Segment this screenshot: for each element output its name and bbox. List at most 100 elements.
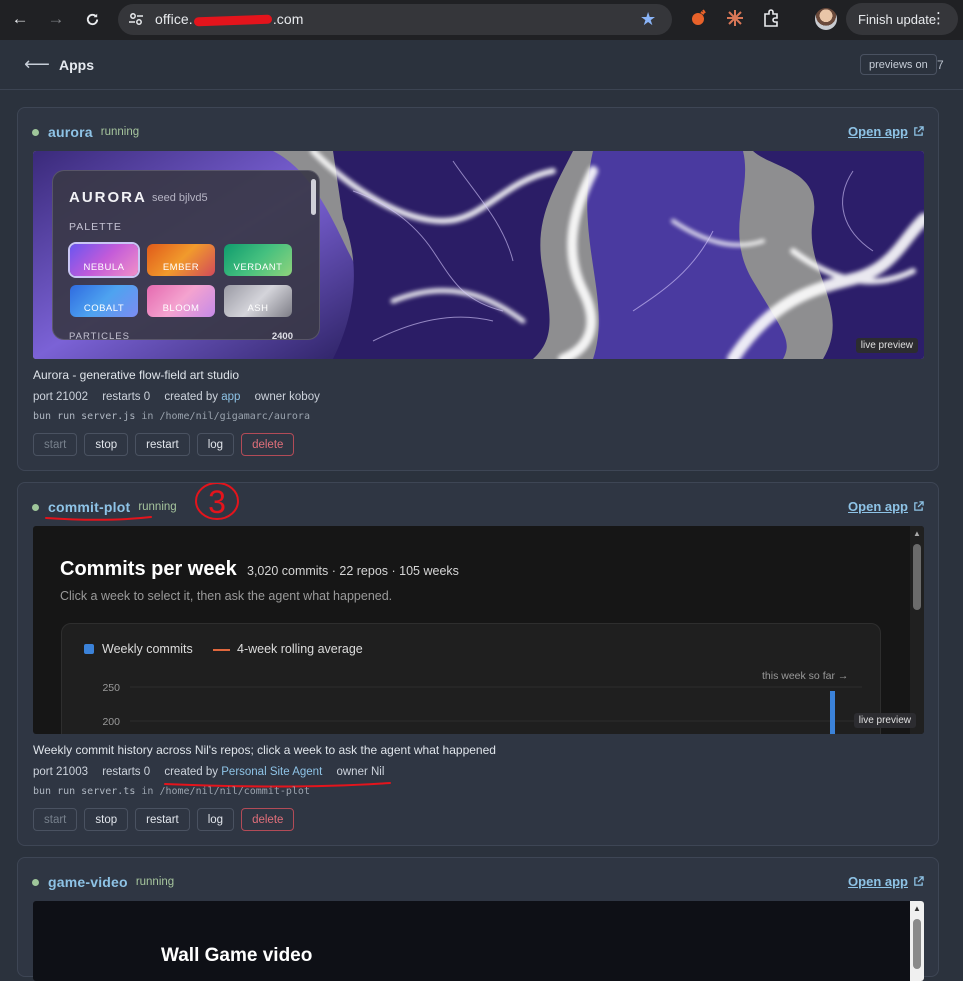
log-button[interactable]: log [196,808,235,831]
site-settings-icon[interactable] [128,11,144,27]
app-actions: start stop restart log delete [33,433,295,456]
run-command: bun run server.js in /home/nil/gigamarc/… [33,411,310,422]
apps-header: ⟵ Apps previews on 7 [0,40,963,90]
chart-annotation: this week so far → [762,670,849,682]
created-by: created by app [164,391,241,403]
preview-scrollbar[interactable]: ▲ [910,901,924,981]
palette-label: PALETTE [69,221,122,233]
back-icon[interactable]: ← [8,7,32,31]
status-dot-icon [32,128,39,136]
preview-scrollbar[interactable]: ▲ [910,526,924,734]
panel-scrollbar[interactable] [311,179,316,215]
creator-link[interactable]: app [221,391,240,403]
app-card-aurora: aurora running Open app AURORA seed bjlv… [17,107,939,471]
live-preview-commit-plot[interactable]: Commits per week 3,020 commits · 22 repo… [33,526,924,734]
y-tick-label: 200 [102,716,120,728]
delete-button[interactable]: delete [241,808,295,831]
run-command: bun run server.ts in /home/nil/nil/commi… [33,786,310,797]
external-link-icon [914,126,924,136]
external-link-icon [914,501,924,511]
app-meta: port 21003 restarts 0 created by Persona… [33,766,395,778]
arrow-left-icon[interactable]: ⟵ [24,54,50,75]
previews-toggle-button[interactable]: previews on [860,54,937,75]
swatch-cobalt[interactable]: COBALT [70,285,138,317]
particles-label: PARTICLES [69,331,130,340]
more-menu-icon[interactable]: ⋮ [931,9,946,27]
start-button[interactable]: start [33,808,78,831]
port-label: port 21003 [33,766,88,778]
address-bar[interactable]: office. .com ★ [118,4,672,35]
status-badge: running [100,126,140,138]
external-link-icon [914,876,924,886]
status-dot-icon [32,878,39,886]
commit-chart[interactable]: 250 200 [62,624,882,734]
open-app-link[interactable]: Open app [848,124,924,139]
swatch-ember[interactable]: EMBER [147,244,215,276]
forward-icon[interactable]: → [44,7,68,31]
restarts-label: restarts 0 [102,391,151,403]
restart-button[interactable]: restart [135,808,190,831]
finish-update-button[interactable]: Finish update ⋮ [846,3,958,35]
status-badge: running [135,876,175,888]
open-app-link[interactable]: Open app [848,874,924,889]
port-label: port 21002 [33,391,88,403]
swatch-bloom[interactable]: BLOOM [147,285,215,317]
status-dot-icon [32,503,39,511]
restart-button[interactable]: restart [135,433,190,456]
chart-help-text: Click a week to select it, then ask the … [60,589,393,603]
app-name[interactable]: aurora [48,124,93,140]
y-tick-label: 250 [102,682,120,694]
scroll-up-icon[interactable]: ▲ [913,529,921,538]
created-by: created by Personal Site Agent [164,766,323,778]
open-app-link[interactable]: Open app [848,499,924,514]
owner-label: owner koboy [254,391,320,403]
swatch-nebula[interactable]: NEBULA [70,244,138,276]
live-preview-game-video[interactable]: Wall Game video ▲ [33,901,924,981]
app-meta: port 21002 restarts 0 created by app own… [33,391,331,403]
swatch-verdant[interactable]: VERDANT [224,244,292,276]
live-preview-aurora[interactable]: AURORA seed bjlvd5 PALETTE NEBULA EMBER … [33,151,924,359]
scroll-up-icon[interactable]: ▲ [913,904,921,913]
seed-label: seed bjlvd5 [152,192,208,204]
particles-value: 2400 [271,331,293,340]
chart-panel: Weekly commits 4-week rolling average 25… [61,623,881,734]
chart-subtitle: 3,020 commits · 22 repos · 105 weeks [247,564,459,578]
scroll-thumb[interactable] [913,544,921,610]
page-title: Apps [59,57,94,73]
live-preview-badge: live preview [855,338,918,353]
bar-current-week[interactable] [830,691,835,734]
live-preview-badge: live preview [853,713,916,728]
stop-button[interactable]: stop [84,433,129,456]
status-badge: running [138,501,177,513]
app-name[interactable]: commit-plot [48,499,130,515]
chart-title: Commits per week [60,558,237,580]
swatch-ash[interactable]: ASH [224,285,292,317]
restarts-label: restarts 0 [102,766,151,778]
app-name[interactable]: game-video [48,874,128,890]
annotation-number: 3 [208,484,226,520]
stop-button[interactable]: stop [84,808,129,831]
preview-title: AURORA [69,189,147,206]
app-card-commit-plot: commit-plot running 3 Open app Commits p… [17,482,939,846]
browser-toolbar: ← → office. .com ★ Finish update ⋮ [0,0,963,40]
app-card-game-video: game-video running Open app Wall Game vi… [17,857,939,981]
url-text[interactable]: office. .com [155,11,304,27]
flow-field-art: AURORA seed bjlvd5 PALETTE NEBULA EMBER … [33,151,924,359]
start-button[interactable]: start [33,433,78,456]
scroll-thumb[interactable] [913,919,921,969]
extensions-puzzle-icon[interactable] [761,8,781,28]
owner-label: owner Nil [336,766,385,778]
reload-icon[interactable] [80,7,104,31]
sparkle-extension-icon[interactable] [725,8,745,28]
bookmark-star-icon[interactable]: ★ [640,9,656,30]
claude-extension-icon[interactable] [689,8,709,28]
app-count: 7 [937,58,944,72]
redaction-mark [193,14,272,27]
app-description: Aurora - generative flow-field art studi… [33,368,240,382]
profile-avatar[interactable] [815,8,837,30]
app-description: Weekly commit history across Nil's repos… [33,743,496,757]
log-button[interactable]: log [196,433,235,456]
delete-button[interactable]: delete [241,433,295,456]
app-actions: start stop restart log delete [33,808,295,831]
creator-link[interactable]: Personal Site Agent [221,766,322,778]
